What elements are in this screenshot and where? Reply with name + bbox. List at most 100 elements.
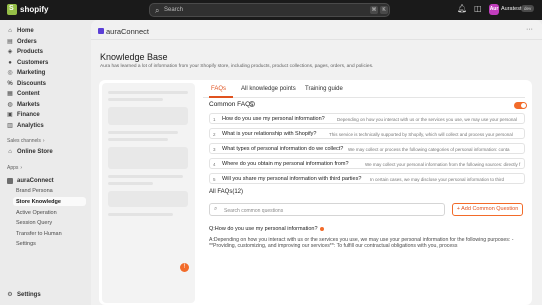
faq-number: 3 [213, 146, 216, 152]
preview-placeholder-line [108, 182, 153, 185]
section-label: Sales channels [7, 138, 41, 144]
sidebar-item-customers[interactable]: ● Customers [5, 58, 86, 68]
finance-icon: ▣ [7, 112, 13, 118]
sidebar: ⌂ Home ▤ Orders ◈ Products ● Customers ◎ Mark… [0, 20, 91, 305]
main-content: auraConnect ··· Knowledge Base Aura has … [91, 20, 542, 305]
sales-channels-section[interactable]: Sales channels › [7, 138, 45, 144]
brand-name: shopify [20, 5, 49, 14]
chat-launcher-icon[interactable]: ! [180, 263, 189, 272]
preview-placeholder-line [108, 213, 173, 216]
subnav-active-operation[interactable]: Active Operation [16, 210, 57, 216]
apps-section[interactable]: Apps › [7, 165, 22, 171]
tab-faqs[interactable]: FAQs [211, 86, 226, 92]
faq-question: Where do you obtain my personal informat… [222, 161, 349, 167]
subnav-session-query[interactable]: Session Query [16, 220, 52, 226]
faq-number: 4 [213, 161, 216, 167]
info-icon[interactable]: i [249, 101, 255, 107]
app-header: auraConnect ··· [91, 20, 542, 40]
store-name[interactable]: Auratest [501, 6, 521, 12]
preview-placeholder-block [108, 147, 188, 169]
tab-training-guide[interactable]: Training guide [305, 86, 343, 92]
faq-row[interactable]: 3 What types of personal information do … [209, 143, 525, 154]
faq-answer-preview: This service is technically supported by… [329, 131, 513, 137]
faq-row[interactable]: 4 Where do you obtain my personal inform… [209, 158, 525, 169]
bell-icon[interactable]: 🔔︎ [457, 4, 467, 13]
sidebar-item-auraconnect[interactable]: auraConnect [5, 176, 86, 186]
search-placeholder: Search [164, 6, 184, 13]
shopify-bag-icon [7, 4, 17, 15]
shortcut-k-key: K [380, 6, 388, 14]
page-description: Aura has learned a lot of information fr… [100, 64, 374, 69]
faq-row[interactable]: 5 Will you share my personal information… [209, 173, 525, 184]
faq-answer-preview: In certain cases, we may disclose your p… [370, 176, 505, 182]
marketing-icon: ◎ [7, 70, 13, 76]
products-icon: ◈ [7, 49, 13, 55]
orders-icon: ▤ [7, 39, 13, 45]
sidebar-item-home[interactable]: ⌂ Home [5, 26, 86, 36]
subnav-settings[interactable]: Settings [16, 241, 36, 247]
faq-search-placeholder: Search common questions [224, 207, 284, 214]
store-avatar[interactable]: Aur [489, 4, 499, 15]
preview-placeholder-line [108, 131, 178, 134]
analytics-icon: ▥ [7, 123, 13, 129]
sidebar-item-marketing[interactable]: ◎ Marketing [5, 68, 86, 78]
preview-placeholder-line [108, 138, 168, 141]
more-options-icon[interactable]: ··· [526, 26, 533, 33]
sidebar-item-discounts[interactable]: % Discounts [5, 79, 86, 89]
faq-number: 5 [213, 176, 216, 182]
subnav-transfer-to-human[interactable]: Transfer to Human [16, 231, 62, 237]
faq-row[interactable]: 2 What is your relationship with Shopify… [209, 128, 525, 139]
top-bar: shopify ⌕ Search ⌘ K 🔔︎ ◫ Aur Auratest d… [0, 0, 542, 20]
preview-placeholder-line [108, 98, 163, 101]
sidebar-item-finance[interactable]: ▣ Finance [5, 110, 86, 120]
markets-icon: ◍ [7, 102, 13, 108]
sidebar-item-online-store[interactable]: ⌂ Online Store [5, 147, 86, 157]
faq-question: What is your relationship with Shopify? [222, 131, 317, 137]
faq-question: How do you use my personal information? [222, 116, 325, 122]
sidebar-item-label: Markets [17, 102, 40, 108]
preview-placeholder-line [108, 91, 188, 94]
shortcut-cmd-key: ⌘ [370, 6, 378, 14]
add-common-question-button[interactable]: + Add Common Question [452, 203, 523, 216]
sidebar-item-label: Orders [17, 39, 37, 45]
sidebar-item-settings[interactable]: ⚙ Settings [5, 290, 86, 300]
shopify-logo[interactable]: shopify [7, 4, 48, 15]
faq-detail-question[interactable]: Q:How do you use my personal information… [209, 226, 324, 232]
page-title: Knowledge Base [100, 52, 168, 62]
all-faqs-title: All FAQs(12) [209, 189, 244, 195]
sidebar-item-label: auraConnect [17, 178, 54, 184]
subnav-store-knowledge[interactable]: Store Knowledge [16, 199, 61, 205]
sidebar-item-label: Analytics [17, 123, 44, 129]
tab-all-knowledge-points[interactable]: All knowledge points [241, 86, 296, 92]
gear-icon: ⚙ [7, 292, 13, 298]
store-icon: ⌂ [8, 149, 12, 155]
app-icon [7, 178, 13, 184]
sidebar-item-orders[interactable]: ▤ Orders [5, 37, 86, 47]
section-label: Apps [7, 165, 19, 171]
chevron-right-icon: › [42, 138, 45, 144]
faq-question: What types of personal information do we… [222, 146, 344, 152]
sidebar-item-markets[interactable]: ◍ Markets [5, 100, 86, 110]
preview-placeholder-block [108, 107, 188, 125]
knowledge-card: ! FAQs All knowledge points Training gui… [99, 80, 532, 305]
global-search[interactable]: ⌕ Search ⌘ K [149, 3, 390, 17]
sidebar-item-content[interactable]: ▦ Content [5, 89, 86, 99]
customers-icon: ● [8, 60, 12, 66]
faq-detail-answer: A:Depending on how you interact with us … [209, 237, 514, 250]
notification-icon[interactable]: ◫ [474, 4, 482, 13]
tab-bar: FAQs All knowledge points Training guide [203, 84, 523, 97]
sidebar-item-label: Marketing [17, 70, 46, 76]
faq-row[interactable]: 1 How do you use my personal information… [209, 113, 525, 124]
discounts-icon: % [7, 81, 13, 87]
sidebar-item-products[interactable]: ◈ Products [5, 47, 86, 57]
subnav-brand-persona[interactable]: Brand Persona [16, 188, 53, 194]
sidebar-item-label: Settings [17, 292, 41, 298]
preview-placeholder-block [108, 191, 188, 207]
faq-answer-preview: We may collect or process the following … [348, 146, 510, 152]
faq-search-input[interactable]: ⌕ Search common questions [209, 203, 445, 216]
common-faqs-toggle[interactable] [514, 102, 527, 109]
sidebar-item-label: Discounts [17, 81, 47, 87]
content-icon: ▦ [7, 91, 13, 97]
auraconnect-icon [98, 28, 104, 34]
sidebar-item-analytics[interactable]: ▥ Analytics [5, 121, 86, 131]
